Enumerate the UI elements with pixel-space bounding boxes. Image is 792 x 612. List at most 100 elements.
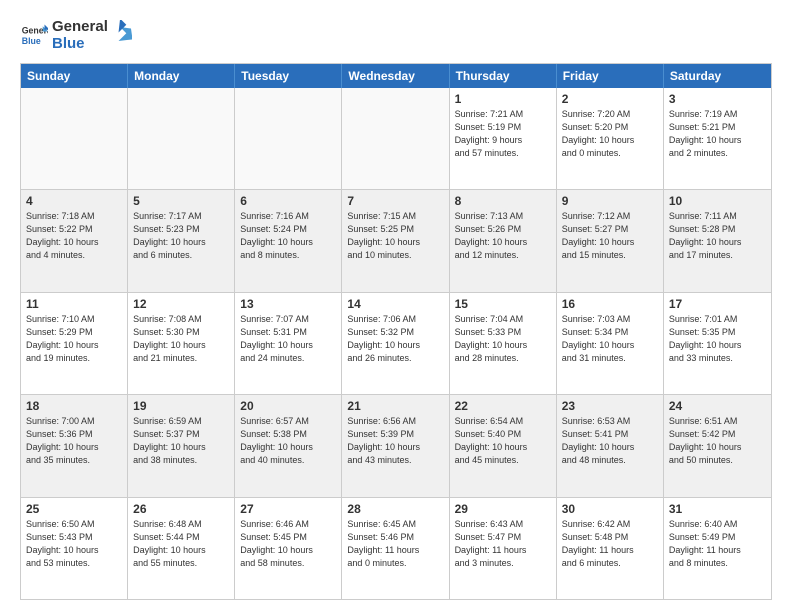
cal-empty-cell — [21, 88, 128, 190]
day-info-4: Sunrise: 7:18 AM Sunset: 5:22 PM Dayligh… — [26, 210, 122, 262]
day-info-29: Sunrise: 6:43 AM Sunset: 5:47 PM Dayligh… — [455, 518, 551, 570]
logo-blue: Blue — [52, 35, 108, 52]
cal-day-25: 25 Sunrise: 6:50 AM Sunset: 5:43 PM Dayli… — [21, 498, 128, 600]
cal-day-19: 19 Sunrise: 6:59 AM Sunset: 5:37 PM Dayli… — [128, 395, 235, 497]
day-info-13: Sunrise: 7:07 AM Sunset: 5:31 PM Dayligh… — [240, 313, 336, 365]
cal-day-29: 29 Sunrise: 6:43 AM Sunset: 5:47 PM Dayli… — [450, 498, 557, 600]
cal-day-11: 11 Sunrise: 7:10 AM Sunset: 5:29 PM Dayli… — [21, 293, 128, 395]
day-info-8: Sunrise: 7:13 AM Sunset: 5:26 PM Dayligh… — [455, 210, 551, 262]
day-number-19: 19 — [133, 399, 229, 413]
header-day-friday: Friday — [557, 64, 664, 88]
logo-arrow-icon — [110, 20, 132, 42]
header-day-monday: Monday — [128, 64, 235, 88]
day-info-25: Sunrise: 6:50 AM Sunset: 5:43 PM Dayligh… — [26, 518, 122, 570]
day-info-10: Sunrise: 7:11 AM Sunset: 5:28 PM Dayligh… — [669, 210, 766, 262]
day-number-31: 31 — [669, 502, 766, 516]
calendar-row-0: 1 Sunrise: 7:21 AM Sunset: 5:19 PM Daylig… — [21, 88, 771, 190]
day-info-26: Sunrise: 6:48 AM Sunset: 5:44 PM Dayligh… — [133, 518, 229, 570]
day-number-6: 6 — [240, 194, 336, 208]
day-info-17: Sunrise: 7:01 AM Sunset: 5:35 PM Dayligh… — [669, 313, 766, 365]
cal-day-26: 26 Sunrise: 6:48 AM Sunset: 5:44 PM Dayli… — [128, 498, 235, 600]
cal-day-14: 14Sunrise: 7:06 AM Sunset: 5:32 PM Dayli… — [342, 293, 449, 395]
cal-day-9: 9 Sunrise: 7:12 AM Sunset: 5:27 PM Daylig… — [557, 190, 664, 292]
cal-day-31: 31 Sunrise: 6:40 AM Sunset: 5:49 PM Dayli… — [664, 498, 771, 600]
day-number-26: 26 — [133, 502, 229, 516]
day-number-24: 24 — [669, 399, 766, 413]
day-number-7: 7 — [347, 194, 443, 208]
header-day-thursday: Thursday — [450, 64, 557, 88]
day-info-11: Sunrise: 7:10 AM Sunset: 5:29 PM Dayligh… — [26, 313, 122, 365]
day-number-15: 15 — [455, 297, 551, 311]
day-number-11: 11 — [26, 297, 122, 311]
day-number-9: 9 — [562, 194, 658, 208]
day-number-12: 12 — [133, 297, 229, 311]
cal-day-10: 10 Sunrise: 7:11 AM Sunset: 5:28 PM Dayli… — [664, 190, 771, 292]
day-info-23: Sunrise: 6:53 AM Sunset: 5:41 PM Dayligh… — [562, 415, 658, 467]
calendar-header-row: SundayMondayTuesdayWednesdayThursdayFrid… — [21, 64, 771, 88]
day-info-30: Sunrise: 6:42 AM Sunset: 5:48 PM Dayligh… — [562, 518, 658, 570]
day-info-9: Sunrise: 7:12 AM Sunset: 5:27 PM Dayligh… — [562, 210, 658, 262]
cal-empty-cell — [235, 88, 342, 190]
cal-day-6: 6Sunrise: 7:16 AM Sunset: 5:24 PM Daylig… — [235, 190, 342, 292]
day-info-5: Sunrise: 7:17 AM Sunset: 5:23 PM Dayligh… — [133, 210, 229, 262]
day-number-5: 5 — [133, 194, 229, 208]
day-info-19: Sunrise: 6:59 AM Sunset: 5:37 PM Dayligh… — [133, 415, 229, 467]
cal-day-5: 5 Sunrise: 7:17 AM Sunset: 5:23 PM Daylig… — [128, 190, 235, 292]
day-number-17: 17 — [669, 297, 766, 311]
day-info-12: Sunrise: 7:08 AM Sunset: 5:30 PM Dayligh… — [133, 313, 229, 365]
header-day-wednesday: Wednesday — [342, 64, 449, 88]
cal-empty-cell — [128, 88, 235, 190]
day-info-1: Sunrise: 7:21 AM Sunset: 5:19 PM Dayligh… — [455, 108, 551, 160]
day-info-21: Sunrise: 6:56 AM Sunset: 5:39 PM Dayligh… — [347, 415, 443, 467]
day-number-3: 3 — [669, 92, 766, 106]
day-number-13: 13 — [240, 297, 336, 311]
day-number-25: 25 — [26, 502, 122, 516]
day-info-24: Sunrise: 6:51 AM Sunset: 5:42 PM Dayligh… — [669, 415, 766, 467]
calendar-row-4: 25 Sunrise: 6:50 AM Sunset: 5:43 PM Dayli… — [21, 497, 771, 600]
day-number-29: 29 — [455, 502, 551, 516]
cal-day-28: 28 Sunrise: 6:45 AM Sunset: 5:46 PM Dayli… — [342, 498, 449, 600]
cal-day-13: 13 Sunrise: 7:07 AM Sunset: 5:31 PM Dayli… — [235, 293, 342, 395]
header: General Blue General Blue — [20, 18, 772, 53]
day-info-31: Sunrise: 6:40 AM Sunset: 5:49 PM Dayligh… — [669, 518, 766, 570]
logo-icon: General Blue — [20, 21, 48, 49]
day-number-21: 21 — [347, 399, 443, 413]
day-info-2: Sunrise: 7:20 AM Sunset: 5:20 PM Dayligh… — [562, 108, 658, 160]
day-info-14: Sunrise: 7:06 AM Sunset: 5:32 PM Dayligh… — [347, 313, 443, 365]
day-number-22: 22 — [455, 399, 551, 413]
logo: General Blue General Blue — [20, 18, 132, 53]
cal-day-27: 27 Sunrise: 6:46 AM Sunset: 5:45 PM Dayli… — [235, 498, 342, 600]
day-info-16: Sunrise: 7:03 AM Sunset: 5:34 PM Dayligh… — [562, 313, 658, 365]
calendar-row-2: 11 Sunrise: 7:10 AM Sunset: 5:29 PM Dayli… — [21, 292, 771, 395]
calendar: SundayMondayTuesdayWednesdayThursdayFrid… — [20, 63, 772, 601]
day-info-18: Sunrise: 7:00 AM Sunset: 5:36 PM Dayligh… — [26, 415, 122, 467]
cal-empty-cell — [342, 88, 449, 190]
header-day-saturday: Saturday — [664, 64, 771, 88]
cal-day-23: 23Sunrise: 6:53 AM Sunset: 5:41 PM Dayli… — [557, 395, 664, 497]
cal-day-18: 18 Sunrise: 7:00 AM Sunset: 5:36 PM Dayli… — [21, 395, 128, 497]
logo-general: General — [52, 18, 108, 35]
day-info-20: Sunrise: 6:57 AM Sunset: 5:38 PM Dayligh… — [240, 415, 336, 467]
cal-day-4: 4 Sunrise: 7:18 AM Sunset: 5:22 PM Daylig… — [21, 190, 128, 292]
day-number-27: 27 — [240, 502, 336, 516]
cal-day-17: 17 Sunrise: 7:01 AM Sunset: 5:35 PM Dayli… — [664, 293, 771, 395]
cal-day-1: 1 Sunrise: 7:21 AM Sunset: 5:19 PM Daylig… — [450, 88, 557, 190]
cal-day-24: 24 Sunrise: 6:51 AM Sunset: 5:42 PM Dayli… — [664, 395, 771, 497]
calendar-row-1: 4 Sunrise: 7:18 AM Sunset: 5:22 PM Daylig… — [21, 189, 771, 292]
day-number-18: 18 — [26, 399, 122, 413]
day-number-28: 28 — [347, 502, 443, 516]
cal-day-2: 2 Sunrise: 7:20 AM Sunset: 5:20 PM Daylig… — [557, 88, 664, 190]
day-number-2: 2 — [562, 92, 658, 106]
day-number-10: 10 — [669, 194, 766, 208]
cal-day-30: 30Sunrise: 6:42 AM Sunset: 5:48 PM Dayli… — [557, 498, 664, 600]
day-number-4: 4 — [26, 194, 122, 208]
header-day-sunday: Sunday — [21, 64, 128, 88]
day-info-28: Sunrise: 6:45 AM Sunset: 5:46 PM Dayligh… — [347, 518, 443, 570]
cal-day-22: 22Sunrise: 6:54 AM Sunset: 5:40 PM Dayli… — [450, 395, 557, 497]
cal-day-21: 21 Sunrise: 6:56 AM Sunset: 5:39 PM Dayli… — [342, 395, 449, 497]
day-info-27: Sunrise: 6:46 AM Sunset: 5:45 PM Dayligh… — [240, 518, 336, 570]
day-number-8: 8 — [455, 194, 551, 208]
calendar-body: 1 Sunrise: 7:21 AM Sunset: 5:19 PM Daylig… — [21, 88, 771, 600]
day-number-1: 1 — [455, 92, 551, 106]
cal-day-3: 3Sunrise: 7:19 AM Sunset: 5:21 PM Daylig… — [664, 88, 771, 190]
